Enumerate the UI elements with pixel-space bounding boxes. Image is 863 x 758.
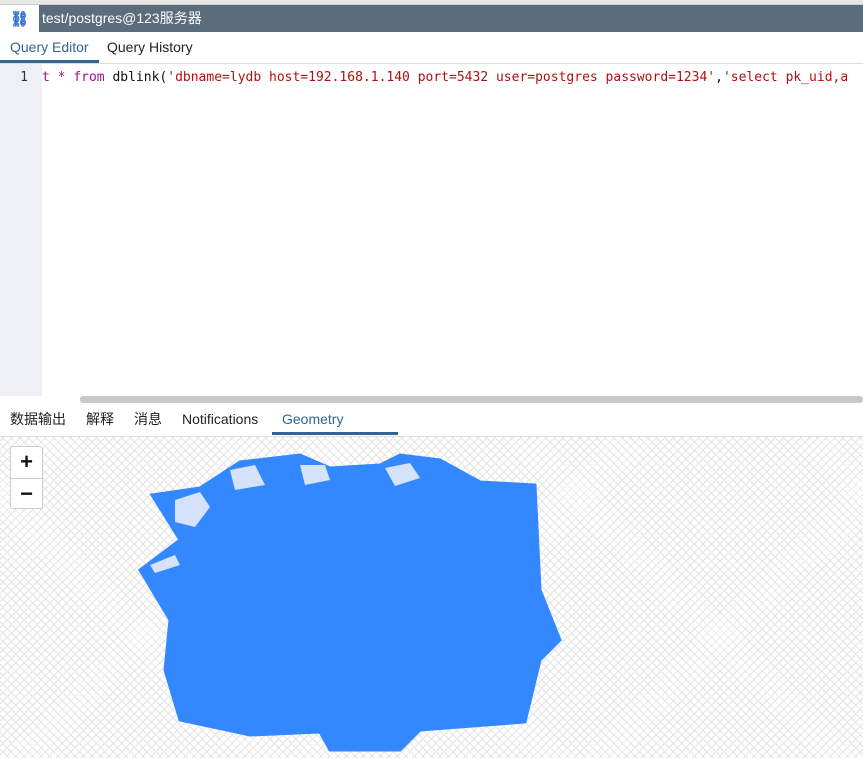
line-gutter bbox=[0, 64, 42, 396]
sql-editor[interactable]: t * from dblink('dbname=lydb host=192.16… bbox=[42, 70, 863, 85]
tab-notifications[interactable]: Notifications bbox=[172, 404, 268, 435]
tab-messages[interactable]: 消息 bbox=[124, 404, 172, 435]
zoom-out-button[interactable]: − bbox=[11, 478, 42, 509]
query-tool-titlebar: ⛓ test/postgres@123服务器 bbox=[0, 5, 863, 32]
string-literal: 'dbname=lydb host=192.168.1.140 port=543… bbox=[167, 70, 716, 85]
horizontal-scrollbar[interactable] bbox=[80, 396, 863, 403]
connection-link-icon: ⛓ bbox=[10, 11, 30, 28]
tab-geometry-viewer[interactable]: Geometry Viewer bbox=[272, 404, 398, 457]
line-number: 1 bbox=[20, 70, 28, 85]
code-fragment: dblink( bbox=[104, 70, 168, 85]
code-fragment: , bbox=[715, 70, 723, 85]
string-literal: 'select pk_uid,a bbox=[722, 70, 849, 85]
zoom-control: + − bbox=[10, 446, 43, 509]
geometry-layer bbox=[138, 453, 562, 752]
code-fragment: t * bbox=[42, 70, 74, 85]
tab-query-editor[interactable]: Query Editor bbox=[0, 32, 99, 63]
keyword-from: from bbox=[73, 70, 105, 85]
tab-explain[interactable]: 解释 bbox=[76, 404, 124, 435]
geometry-map[interactable]: + − bbox=[0, 437, 863, 758]
connection-title: test/postgres@123服务器 bbox=[39, 5, 863, 32]
result-tabs: 数据输出 解释 消息 Notifications Geometry Viewer bbox=[0, 404, 863, 457]
tab-data-output[interactable]: 数据输出 bbox=[0, 404, 76, 435]
editor-tabs: Query Editor Query History bbox=[0, 32, 863, 64]
zoom-in-button[interactable]: + bbox=[11, 447, 42, 478]
tab-query-history[interactable]: Query History bbox=[97, 32, 203, 63]
